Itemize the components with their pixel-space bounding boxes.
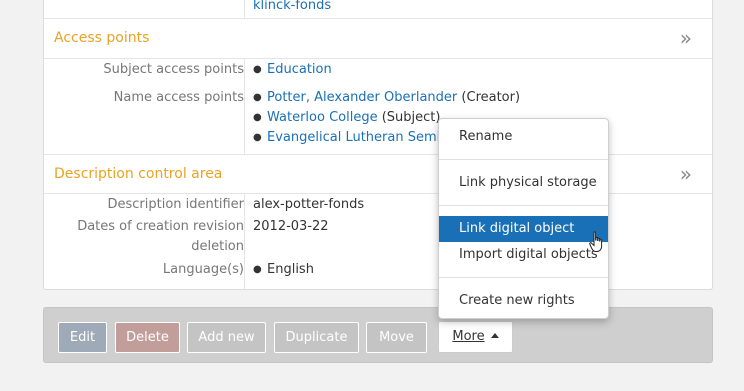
more-menu: Rename Link physical storage Link digita… <box>438 118 609 319</box>
description-control-title[interactable]: Description control area <box>54 166 222 182</box>
name-link[interactable]: Potter, Alexander Oberlander <box>267 90 457 105</box>
dates-label-continued: deletion <box>191 239 244 254</box>
add-new-button[interactable]: Add new <box>187 322 266 353</box>
name-access-point-item: ● Potter, Alexander Oberlander (Creator) <box>253 90 521 105</box>
menu-separator <box>439 205 608 206</box>
menu-item-import-digital-objects[interactable]: Import digital objects <box>439 242 608 268</box>
double-chevron-right-icon[interactable]: » <box>680 164 692 184</box>
divider <box>44 193 712 194</box>
menu-item-link-digital-object[interactable]: Link digital object <box>439 216 608 242</box>
dates-label: Dates of creation revision <box>77 219 244 234</box>
column-divider <box>244 0 245 18</box>
name-link[interactable]: Waterloo College <box>267 110 378 125</box>
name-access-points-label: Name access points <box>113 90 244 105</box>
description-panel: klinck-fonds Access points » Subject acc… <box>43 0 713 290</box>
divider <box>44 18 712 19</box>
column-divider <box>244 194 245 289</box>
column-divider <box>244 59 245 154</box>
name-role: (Creator) <box>457 90 521 105</box>
subject-access-points-label: Subject access points <box>103 62 244 77</box>
name-role: (Subject) <box>377 110 441 125</box>
description-identifier-value: alex-potter-fonds <box>253 197 365 212</box>
name-access-point-item: ● Evangelical Lutheran Semin <box>253 130 449 145</box>
subject-access-point-item: ● Education <box>253 62 332 77</box>
actions-toolbar: Edit Delete Add new Duplicate Move More <box>43 307 713 363</box>
access-points-title[interactable]: Access points <box>54 30 149 46</box>
menu-item-create-new-rights[interactable]: Create new rights <box>439 288 608 314</box>
name-link[interactable]: Evangelical Lutheran Semin <box>267 130 448 145</box>
dates-value: 2012-03-22 <box>253 219 329 234</box>
menu-item-rename[interactable]: Rename <box>439 124 608 150</box>
language-item: ● English <box>253 262 314 277</box>
subject-link[interactable]: Education <box>267 62 332 77</box>
top-row-link[interactable]: klinck-fonds <box>253 0 331 13</box>
move-button[interactable]: Move <box>366 322 427 353</box>
description-identifier-label: Description identifier <box>107 197 244 212</box>
duplicate-button[interactable]: Duplicate <box>274 322 359 353</box>
menu-item-link-physical-storage[interactable]: Link physical storage <box>439 170 608 196</box>
divider <box>44 154 712 155</box>
language-value: English <box>267 262 314 277</box>
more-button[interactable]: More <box>438 321 513 353</box>
caret-up-icon <box>490 333 499 338</box>
edit-button[interactable]: Edit <box>58 322 107 353</box>
menu-separator <box>439 159 608 160</box>
hand-pointer-icon <box>589 231 603 252</box>
language-label: Language(s) <box>162 262 244 277</box>
menu-separator <box>439 277 608 278</box>
more-label: More <box>452 329 485 344</box>
name-access-point-item: ● Waterloo College (Subject) <box>253 110 441 125</box>
delete-button[interactable]: Delete <box>115 322 180 353</box>
divider <box>44 58 712 59</box>
double-chevron-right-icon[interactable]: » <box>680 28 692 48</box>
